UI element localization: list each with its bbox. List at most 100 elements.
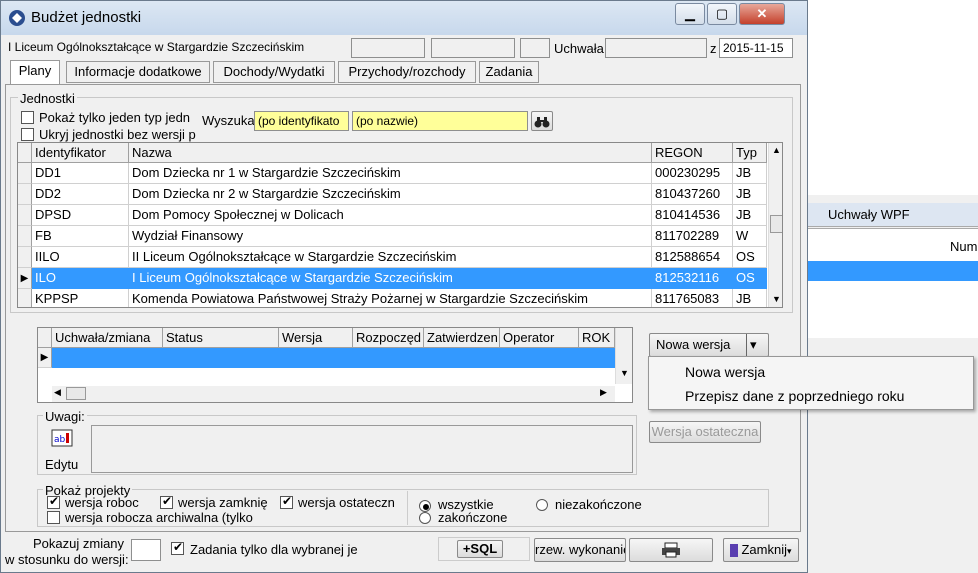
edit-icon: ab: [51, 429, 73, 447]
z-label: z: [710, 41, 717, 56]
door-icon: [730, 544, 739, 558]
close-button[interactable]: ✕: [739, 3, 785, 25]
edit-notes-button[interactable]: ab Edytu: [43, 427, 81, 473]
wersja-zamknieta-checkbox[interactable]: [160, 494, 173, 509]
col-header-status[interactable]: Status: [163, 328, 279, 348]
menu-item-nowa-wersja[interactable]: Nowa wersja: [649, 360, 973, 384]
col-header-identyfikator[interactable]: Identyfikator: [32, 143, 129, 163]
col-header-zatwierdzenie[interactable]: Zatwierdzen: [424, 328, 500, 348]
window-title: Budżet jednostki: [31, 9, 142, 26]
maximize-button[interactable]: ▢: [707, 3, 737, 25]
table-row[interactable]: KPPSP Komenda Powiatowa Państwowej Straż…: [18, 289, 768, 307]
table-row[interactable]: DD1 Dom Dziecka nr 1 w Stargardzie Szcze…: [18, 163, 768, 184]
pokaz-zmiany-input[interactable]: [131, 539, 161, 561]
table-row[interactable]: DPSD Dom Pomocy Społecznej w Dolicach 81…: [18, 205, 768, 226]
col-header-rok[interactable]: ROK: [579, 328, 615, 348]
tab-zadania[interactable]: Zadania: [479, 61, 539, 83]
col-header-uchwala[interactable]: Uchwała/zmiana: [52, 328, 163, 348]
table-row[interactable]: FB Wydział Finansowy 811702289 W: [18, 226, 768, 247]
svg-text:ab: ab: [54, 435, 66, 445]
search-name-input[interactable]: (po nazwie): [352, 111, 528, 131]
table-row[interactable]: DD2 Dom Dziecka nr 2 w Stargardzie Szcze…: [18, 184, 768, 205]
pokaz-zmiany-label-2: w stosunku do wersji:: [5, 552, 129, 567]
print-button[interactable]: [629, 538, 713, 562]
tab-przychody-rozchody[interactable]: Przychody/rozchody: [338, 61, 476, 83]
niezakonczone-radio[interactable]: [536, 499, 548, 511]
row-pointer-icon: ▶: [18, 268, 32, 289]
versions-grid: Uchwała/zmiana Status Wersja Rozpoczęd Z…: [37, 327, 633, 403]
search-id-input[interactable]: (po identyfikato: [254, 111, 349, 131]
notes-textarea[interactable]: [91, 425, 633, 473]
nowa-wersja-menu: Nowa wersja Przepisz dane z poprzedniego…: [648, 356, 974, 410]
scroll-right-arrow-icon[interactable]: ▶: [600, 387, 607, 398]
binoculars-search-button[interactable]: [531, 111, 553, 131]
separator: [407, 491, 408, 525]
menu-item-przepisz-dane[interactable]: Przepisz dane z poprzedniego roku: [649, 384, 973, 408]
zadania-tylko-label: Zadania tylko dla wybranej je: [190, 542, 358, 557]
date-field[interactable]: 2015-11-15: [719, 38, 793, 58]
uchwala-field[interactable]: [605, 38, 707, 58]
uchwala-label: Uchwała: [554, 41, 604, 56]
background-uchwaly-wpf-tab[interactable]: Uchwały WPF: [808, 203, 978, 227]
row-pointer-icon: ▶: [38, 348, 52, 368]
hide-without-version-checkbox[interactable]: [21, 128, 34, 141]
hide-without-version-label: Ukryj jednostki bez wersji p: [39, 127, 196, 142]
title-bar: Budżet jednostki ▁ ▢ ✕: [1, 1, 807, 35]
binoculars-icon: [534, 117, 550, 128]
sql-button[interactable]: +SQL: [457, 540, 503, 558]
wszystkie-radio[interactable]: [419, 500, 431, 512]
wersja-ostateczna-checkbox[interactable]: [280, 494, 293, 509]
uwagi-label: Uwagi:: [43, 409, 87, 424]
budzet-window: Budżet jednostki ▁ ▢ ✕ I Liceum Ogólnoks…: [0, 0, 808, 573]
header-field-2: [431, 38, 515, 58]
sql-toolbar: +SQL: [438, 537, 530, 561]
col-header-wersja[interactable]: Wersja: [279, 328, 353, 348]
col-header-typ[interactable]: Typ: [733, 143, 767, 163]
nowa-wersja-dropdown-button[interactable]: Nowa wersja ▾: [649, 333, 769, 357]
printer-icon: [662, 542, 680, 558]
pokaz-zmiany-label-1: Pokazuj zmiany: [33, 536, 125, 551]
minimize-button[interactable]: ▁: [675, 3, 705, 25]
scroll-thumb[interactable]: [770, 215, 782, 233]
units-vertical-scrollbar[interactable]: ▲ ▼: [768, 143, 782, 307]
scroll-up-arrow-icon[interactable]: ▲: [772, 145, 781, 155]
app-icon: [9, 10, 25, 26]
tab-plany[interactable]: Plany: [10, 60, 60, 85]
unit-name-field: I Liceum Ogólnokształcące w Stargardzie …: [5, 38, 349, 58]
background-grid: Num: [808, 228, 978, 338]
col-header-regon[interactable]: REGON: [652, 143, 733, 163]
wersja-robocza-checkbox[interactable]: [47, 494, 60, 509]
show-one-type-label: Pokaż tylko jeden typ jedn: [39, 110, 191, 125]
tab-dochody-wydatki[interactable]: Dochody/Wydatki: [213, 61, 335, 83]
zadania-tylko-checkbox[interactable]: [171, 540, 184, 555]
background-selected-row: [808, 261, 978, 281]
col-header-rozpoczecie[interactable]: Rozpoczęd: [353, 328, 424, 348]
dropdown-arrow-icon: ▾: [746, 334, 757, 356]
search-label: Wyszuka: [202, 113, 254, 128]
zakonczone-radio[interactable]: [419, 512, 431, 524]
dropdown-arrow-icon: ▾: [786, 546, 792, 556]
table-row[interactable]: IILO II Liceum Ogólnokształcące w Starga…: [18, 247, 768, 268]
header-field-1: [351, 38, 425, 58]
jednostki-group-label: Jednostki: [18, 91, 77, 106]
units-grid: Identyfikator Nazwa REGON Typ DD1 Dom Dz…: [17, 142, 783, 308]
show-one-type-checkbox[interactable]: [21, 111, 34, 124]
przewidywane-wykonanie-button[interactable]: rzew. wykonanie: [534, 538, 626, 562]
zamknij-button[interactable]: Zamknij▾: [723, 538, 799, 562]
wersja-ostateczna-button[interactable]: Wersja ostateczna: [649, 421, 761, 443]
background-num-header: Num: [950, 239, 978, 254]
header-field-3: [520, 38, 550, 58]
col-header-nazwa[interactable]: Nazwa: [129, 143, 652, 163]
scroll-left-arrow-icon[interactable]: ◀: [54, 387, 61, 398]
scroll-thumb[interactable]: [66, 387, 86, 400]
versions-selected-row[interactable]: ▶: [38, 348, 615, 368]
scroll-down-arrow-icon[interactable]: ▼: [620, 368, 629, 378]
versions-horizontal-scrollbar[interactable]: ◀ ▶: [52, 386, 615, 402]
wersja-archiwalna-checkbox[interactable]: [47, 511, 60, 524]
versions-vertical-scrollbar[interactable]: ▼: [615, 328, 632, 384]
grid-header-indicator: [18, 143, 32, 163]
table-row-selected[interactable]: ▶ ILO I Liceum Ogólnokształcące w Starga…: [18, 268, 768, 289]
tab-informacje-dodatkowe[interactable]: Informacje dodatkowe: [66, 61, 210, 83]
col-header-operator[interactable]: Operator: [500, 328, 579, 348]
scroll-down-arrow-icon[interactable]: ▼: [772, 294, 781, 304]
